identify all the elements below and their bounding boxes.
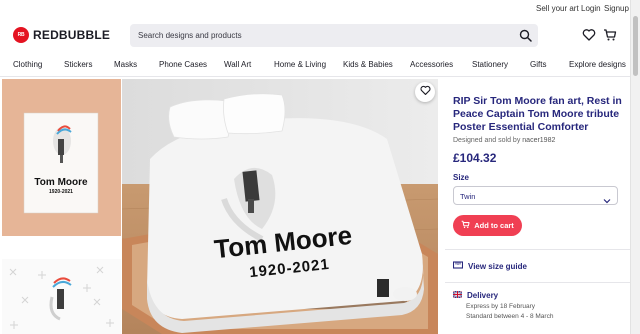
chevron-down-icon [603, 192, 611, 204]
uk-flag-icon [452, 290, 463, 300]
product-title: RIP Sir Tom Moore fan art, Rest in Peace… [453, 95, 622, 133]
product-main-image: Tom Moore 1920-2021 [122, 79, 438, 334]
size-select[interactable]: Twin [453, 186, 618, 205]
utility-bar: Sell your art Login Signup [0, 0, 630, 18]
nav-gifts[interactable]: Gifts [530, 60, 546, 69]
seller-prefix: Designed and sold by [453, 137, 521, 144]
seller-link[interactable]: nacer1982 [522, 137, 555, 144]
nav-divider [0, 76, 630, 77]
size-label: Size [453, 173, 470, 182]
seller-line: Designed and sold by nacer1982 [453, 137, 555, 144]
nav-clothing[interactable]: Clothing [13, 60, 42, 69]
product-price: £104.32 [453, 151, 497, 165]
nav-stationery[interactable]: Stationery [472, 60, 508, 69]
cart-icon [461, 220, 470, 231]
nav-accessories[interactable]: Accessories [410, 60, 453, 69]
thumbnail-poster[interactable]: Tom Moore 1920-2021 [2, 79, 121, 236]
nav-home-living[interactable]: Home & Living [274, 60, 326, 69]
search-bar [130, 24, 538, 47]
poster-thumbnail-art: Tom Moore 1920-2021 [2, 79, 121, 236]
delivery-heading: Delivery [467, 291, 499, 300]
delivery-info: Delivery Express by 18 February Standard… [452, 290, 623, 334]
nav-kids-babies[interactable]: Kids & Babies [343, 60, 393, 69]
pattern-thumbnail-art [2, 259, 121, 334]
cart-icon[interactable] [603, 28, 617, 42]
add-to-cart-label: Add to cart [474, 221, 514, 230]
nav-phone-cases[interactable]: Phone Cases [159, 60, 207, 69]
logo-wordmark: REDBUBBLE [33, 28, 111, 42]
favorite-button[interactable] [415, 82, 435, 102]
nav-stickers[interactable]: Stickers [64, 60, 92, 69]
nav-masks[interactable]: Masks [114, 60, 137, 69]
delivery-standard: Standard between 4 - 8 March [466, 313, 554, 320]
signup-link[interactable]: Signup [604, 4, 629, 13]
size-guide-link[interactable]: View size guide [452, 257, 527, 275]
thumb-art-years: 1920-2021 [49, 189, 73, 195]
divider [445, 249, 630, 250]
size-selected-value: Twin [460, 192, 476, 201]
size-guide-label: View size guide [468, 261, 527, 271]
nav-explore-designs[interactable]: Explore designs [569, 60, 626, 69]
logo-mark-icon: RB [13, 27, 29, 43]
heart-icon [420, 83, 431, 101]
add-to-cart-button[interactable]: Add to cart [453, 215, 522, 236]
page-scrollbar[interactable] [630, 0, 640, 334]
sell-your-art-link[interactable]: Sell your art [536, 4, 579, 13]
thumbnail-pattern[interactable] [2, 259, 121, 334]
ruler-icon [452, 257, 464, 275]
brand-logo[interactable]: RB REDBUBBLE [13, 27, 110, 43]
login-link[interactable]: Login [581, 4, 601, 13]
divider [445, 282, 630, 283]
comforter-scene: Tom Moore 1920-2021 [122, 79, 438, 334]
search-icon[interactable] [519, 29, 532, 42]
category-nav: Clothing Stickers Masks Phone Cases Wall… [0, 55, 630, 75]
heart-icon[interactable] [582, 28, 596, 42]
nav-wall-art[interactable]: Wall Art [224, 60, 251, 69]
thumb-art-title: Tom Moore [34, 177, 88, 188]
search-input[interactable] [138, 29, 508, 42]
scrollbar-thumb[interactable] [633, 16, 638, 76]
delivery-express: Express by 18 February [466, 303, 536, 310]
